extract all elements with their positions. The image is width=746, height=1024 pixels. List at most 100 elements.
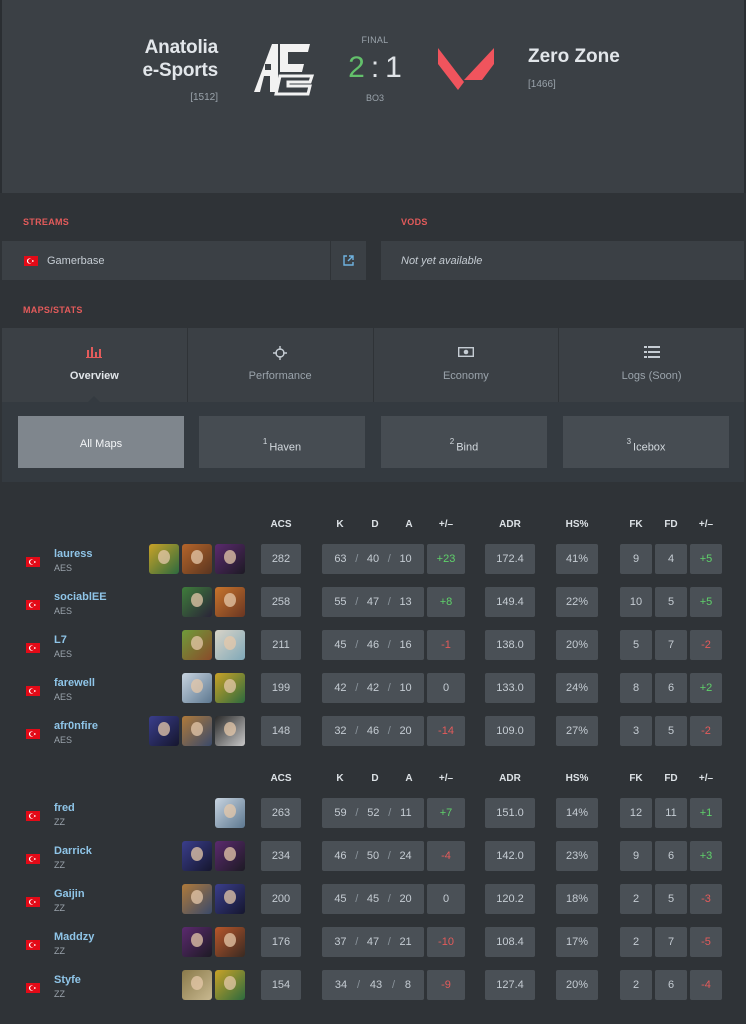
omen-agent-icon[interactable] — [149, 716, 179, 746]
agent-face — [224, 847, 236, 861]
agent-face — [158, 722, 170, 736]
team1-name[interactable]: Anatolia e-Sports — [143, 36, 219, 82]
player-name[interactable]: afr0nfire — [54, 720, 98, 732]
column-header-d[interactable]: D — [365, 773, 385, 784]
viper-agent-icon[interactable] — [182, 587, 212, 617]
column-header-adr[interactable]: ADR — [485, 773, 535, 784]
kda-separator: / — [387, 893, 391, 905]
column-header-fd[interactable]: FD — [655, 773, 687, 784]
stream-name[interactable]: Gamerbase — [47, 255, 104, 267]
sova-agent-icon[interactable] — [182, 716, 212, 746]
reyna-agent-icon[interactable] — [182, 927, 212, 957]
skye-agent-icon[interactable] — [182, 630, 212, 660]
column-header-pm[interactable]: +/– — [427, 519, 465, 530]
player-name[interactable]: sociablEE — [54, 591, 107, 603]
column-header-fk[interactable]: FK — [620, 519, 652, 530]
player-row: afr0nfire AES 148 109.0 27% 3 5 -2 -14 32 / 46 / 20 — [0, 714, 746, 752]
stat-value: 148 — [271, 725, 291, 737]
column-header-a[interactable]: A — [399, 519, 419, 530]
sage-agent-icon[interactable] — [215, 630, 245, 660]
sova-agent-icon[interactable] — [182, 884, 212, 914]
killjoy-agent-icon[interactable] — [215, 970, 245, 1000]
player-name[interactable]: farewell — [54, 677, 95, 689]
map-button-haven[interactable]: 1Haven — [199, 416, 365, 468]
stat-fk: 2 — [620, 970, 652, 1000]
agent-face — [224, 804, 236, 818]
team2-name[interactable]: Zero Zone — [528, 46, 620, 68]
stat-value: 108.4 — [496, 936, 524, 948]
stat-pm: -9 — [427, 970, 465, 1000]
stat-d: 45 — [366, 893, 380, 905]
column-header-fpm[interactable]: +/– — [690, 519, 722, 530]
team2-logo[interactable] — [434, 44, 498, 94]
vods-row: Not yet available — [381, 241, 744, 280]
player-name[interactable]: Styfe — [54, 974, 81, 986]
player-name[interactable]: lauress — [54, 548, 93, 560]
stat-kda: 63 / 40 / 10 — [322, 544, 424, 574]
player-name[interactable]: Darrick — [54, 845, 92, 857]
phoenix-agent-icon[interactable] — [215, 587, 245, 617]
column-header-hs[interactable]: HS% — [556, 773, 598, 784]
column-header-acs[interactable]: ACS — [261, 773, 301, 784]
team1-score: 2 — [348, 51, 365, 84]
column-header-hs[interactable]: HS% — [556, 519, 598, 530]
column-header-pm[interactable]: +/– — [427, 773, 465, 784]
stat-fk: 9 — [620, 544, 652, 574]
tab-overview[interactable]: Overview — [2, 328, 188, 402]
turkey-flag-icon — [26, 557, 40, 567]
team1-logo[interactable] — [250, 40, 316, 98]
team1-name-line1[interactable]: Anatolia — [143, 36, 219, 59]
stat-adr: 138.0 — [485, 630, 535, 660]
stat-acs: 199 — [261, 673, 301, 703]
maps-stats-label: MAPS/STATS — [23, 305, 83, 315]
stat-value: +2 — [699, 682, 713, 694]
killjoy-agent-icon[interactable] — [149, 544, 179, 574]
stat-d: 43 — [369, 979, 383, 991]
stat-fk: 2 — [620, 884, 652, 914]
player-row: farewell AES 199 133.0 24% 8 6 +2 0 42 / 42 / 10 — [0, 671, 746, 709]
stat-adr: 120.2 — [485, 884, 535, 914]
external-link-button[interactable] — [330, 241, 366, 280]
column-header-k[interactable]: K — [330, 519, 350, 530]
player-name[interactable]: L7 — [54, 634, 67, 646]
raze-agent-icon[interactable] — [215, 927, 245, 957]
omen-agent-icon[interactable] — [215, 884, 245, 914]
reyna-agent-icon[interactable] — [215, 841, 245, 871]
cypher-agent-icon[interactable] — [215, 716, 245, 746]
stat-value: -3 — [701, 893, 711, 905]
stat-fk: 2 — [620, 927, 652, 957]
tab-economy[interactable]: Economy — [374, 328, 560, 402]
stream-gamerbase[interactable]: Gamerbase — [2, 241, 366, 280]
map-button-icebox[interactable]: 3Icebox — [563, 416, 729, 468]
column-header-a[interactable]: A — [399, 773, 419, 784]
player-name[interactable]: Gaijin — [54, 888, 85, 900]
map-button-all[interactable]: All Maps — [18, 416, 184, 468]
killjoy-agent-icon[interactable] — [215, 673, 245, 703]
stats-tabs: Overview Performance Economy Logs (Soon) — [2, 328, 744, 402]
column-header-k[interactable]: K — [330, 773, 350, 784]
column-header-acs[interactable]: ACS — [261, 519, 301, 530]
column-header-adr[interactable]: ADR — [485, 519, 535, 530]
omen-agent-icon[interactable] — [182, 841, 212, 871]
stat-fk: 10 — [620, 587, 652, 617]
stat-a: 20 — [399, 893, 412, 905]
stat-value: 234 — [271, 850, 291, 862]
column-header-fpm[interactable]: +/– — [690, 773, 722, 784]
agent-face — [191, 890, 203, 904]
map-button-bind[interactable]: 2Bind — [381, 416, 547, 468]
reyna-agent-icon[interactable] — [215, 544, 245, 574]
column-header-d[interactable]: D — [365, 519, 385, 530]
breach-agent-icon[interactable] — [182, 544, 212, 574]
tab-performance[interactable]: Performance — [188, 328, 374, 402]
tab-logs[interactable]: Logs (Soon) — [559, 328, 744, 402]
brimstone-agent-icon[interactable] — [182, 970, 212, 1000]
stat-a: 11 — [400, 807, 412, 819]
team1-name-line2[interactable]: e-Sports — [143, 59, 219, 82]
player-name[interactable]: Maddzy — [54, 931, 94, 943]
jett-agent-icon[interactable] — [215, 798, 245, 828]
stat-value: 138.0 — [496, 639, 524, 651]
column-header-fk[interactable]: FK — [620, 773, 652, 784]
column-header-fd[interactable]: FD — [655, 519, 687, 530]
jett-agent-icon[interactable] — [182, 673, 212, 703]
player-name[interactable]: fred — [54, 802, 75, 814]
